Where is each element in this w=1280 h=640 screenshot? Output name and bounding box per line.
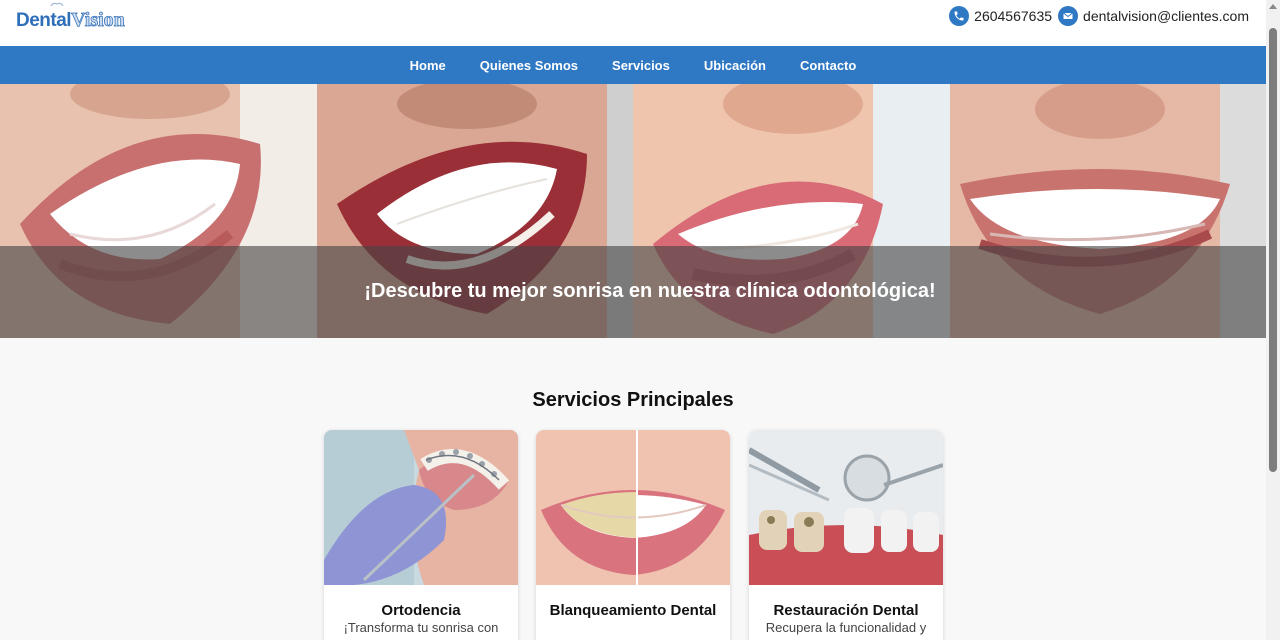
service-card-blanqueamiento[interactable]: Blanqueamiento Dental [536, 430, 730, 640]
email-address[interactable]: dentalvision@clientes.com [1083, 8, 1249, 24]
contact-info: 2604567635 dentalvision@clientes.com [949, 5, 1249, 27]
card-description: ¡Transforma tu sonrisa con [343, 620, 499, 635]
blanqueamiento-image [536, 430, 730, 585]
nav-item-quienes-somos[interactable]: Quienes Somos [480, 58, 578, 73]
service-card-ortodencia[interactable]: Ortodencia ¡Transforma tu sonrisa con [324, 430, 518, 640]
phone-number[interactable]: 2604567635 [974, 8, 1052, 24]
nav-item-contacto[interactable]: Contacto [800, 58, 856, 73]
nav-item-ubicacion[interactable]: Ubicación [704, 58, 766, 73]
ortodencia-image [324, 430, 518, 585]
card-title: Blanqueamiento Dental [549, 602, 717, 619]
main-nav: Home Quienes Somos Servicios Ubicación C… [0, 46, 1266, 84]
email-icon [1058, 6, 1079, 26]
scroll-up-arrow-icon[interactable] [1269, 4, 1277, 9]
card-description: Recupera la funcionalidad y [765, 620, 927, 635]
card-title: Ortodencia [381, 602, 461, 619]
nav-item-servicios[interactable]: Servicios [612, 58, 670, 73]
hero-caption: ¡Descubre tu mejor sonrisa en nuestra cl… [364, 280, 936, 302]
restauracion-image [749, 430, 943, 585]
card-title: Restauración Dental [773, 602, 919, 619]
page-scrollbar[interactable] [1266, 0, 1280, 640]
logo[interactable]: Dental Vision [16, 2, 125, 32]
service-card-restauracion[interactable]: Restauración Dental Recupera la funciona… [749, 430, 943, 640]
hero-banner: ¡Descubre tu mejor sonrisa en nuestra cl… [0, 84, 1266, 338]
nav-item-home[interactable]: Home [410, 58, 446, 73]
logo-text-dental: Dental [16, 10, 72, 31]
logo-tooth-icon [50, 2, 64, 7]
top-bar: Dental Vision 2604567635 dentalvision@cli… [0, 0, 1266, 46]
scrollbar-thumb[interactable] [1269, 28, 1277, 472]
phone-icon [949, 6, 970, 26]
services-title: Servicios Principales [532, 389, 734, 411]
logo-text-vision: Vision [71, 9, 126, 32]
